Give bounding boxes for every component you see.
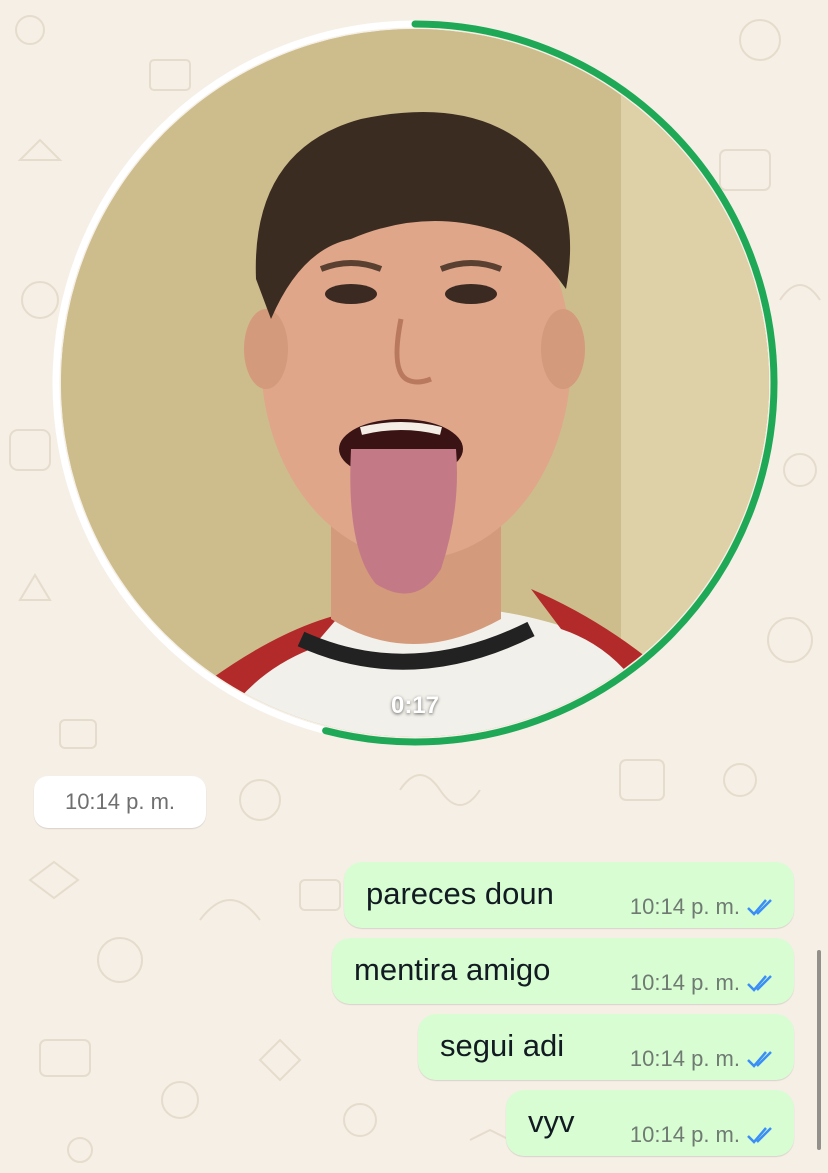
message-text: mentira amigo [354, 952, 551, 987]
message-meta: 10:14 p. m. [630, 970, 776, 996]
message-text: pareces doun [366, 876, 554, 911]
message-time: 10:14 p. m. [629, 1046, 740, 1071]
message-meta: 10:14 p. m. [630, 894, 776, 920]
message-time: 10:14 p. m. [629, 970, 740, 995]
incoming-message-time: 10:14 p. m. [64, 789, 176, 814]
playback-progress-ring [52, 20, 778, 746]
message-text: segui adi [440, 1028, 565, 1063]
message-text: vyv [528, 1104, 575, 1139]
chat-scrollbar[interactable] [817, 950, 821, 1150]
video-note-message[interactable]: 0:17 [52, 20, 778, 746]
incoming-message-timestamp-bubble: 10:14 p. m. [34, 776, 206, 828]
read-receipt-double-check-icon [746, 1048, 776, 1070]
video-duration: 0:17 [390, 692, 440, 719]
outgoing-message[interactable]: segui adi 10:14 p. m. [418, 1014, 794, 1080]
message-time: 10:14 p. m. [629, 1122, 740, 1147]
read-receipt-double-check-icon [746, 896, 776, 918]
message-meta: 10:14 p. m. [630, 1122, 776, 1148]
read-receipt-double-check-icon [746, 1124, 776, 1146]
outgoing-message[interactable]: mentira amigo 10:14 p. m. [332, 938, 794, 1004]
outgoing-message[interactable]: pareces doun 10:14 p. m. [344, 862, 794, 928]
outgoing-message[interactable]: vyv 10:14 p. m. [506, 1090, 794, 1156]
message-time: 10:14 p. m. [629, 894, 740, 919]
read-receipt-double-check-icon [746, 972, 776, 994]
message-meta: 10:14 p. m. [630, 1046, 776, 1072]
